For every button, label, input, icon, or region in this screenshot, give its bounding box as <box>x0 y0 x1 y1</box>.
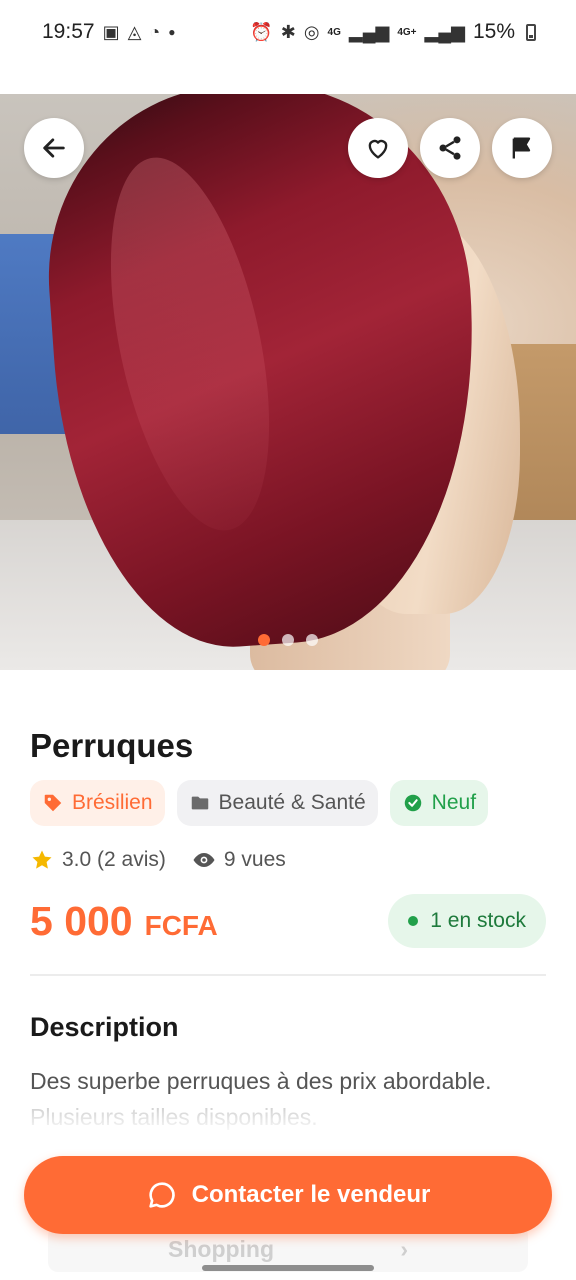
share-button[interactable] <box>420 118 480 178</box>
flag-icon <box>512 137 531 159</box>
status-bar: 19:57 ▣ ◬ ◔ ● ⏰ ✱ ◎ 4G ▂▄▆ 4G+ ▂▄▆ 15% <box>0 0 576 64</box>
status-time: 19:57 <box>42 20 95 43</box>
product-details: Perruques Brésilien Beauté & Santé Neuf … <box>0 670 576 1135</box>
status-left: 19:57 ▣ ◬ ◔ ● <box>42 20 176 44</box>
carousel-dot[interactable] <box>282 634 294 646</box>
tag-icon <box>44 794 62 812</box>
whatsapp-icon: ◔ <box>149 22 161 42</box>
check-circle-icon <box>404 794 421 812</box>
tag-label: Beauté & Santé <box>218 791 366 814</box>
tag-label: Neuf <box>431 791 477 814</box>
shopping-label: Shopping <box>168 1235 275 1262</box>
stock-dot-icon <box>408 916 419 926</box>
share-icon <box>439 136 461 160</box>
drive-icon: ◬ <box>127 22 142 42</box>
description-title: Description <box>30 1012 179 1042</box>
tag-label: Brésilien <box>72 791 153 814</box>
network-label-2: 4G+ <box>397 26 417 38</box>
chevron-right-icon: › <box>400 1235 408 1262</box>
carousel-dot[interactable] <box>306 634 318 646</box>
back-button[interactable] <box>24 118 84 178</box>
battery-icon <box>526 23 536 41</box>
product-tags: Brésilien Beauté & Santé Neuf <box>30 780 546 826</box>
eye-icon <box>193 853 215 867</box>
description-text-faded: Plusieurs tailles disponibles. <box>30 1104 318 1130</box>
status-right: ⏰ ✱ ◎ 4G ▂▄▆ 4G+ ▂▄▆ 15% <box>250 20 536 44</box>
views-text: 9 vues <box>223 848 286 871</box>
price-currency: FCFA <box>144 909 218 941</box>
tag-category[interactable]: Beauté & Santé <box>176 780 378 826</box>
signal-icon: ▂▄▆ <box>424 22 465 42</box>
network-label-1: 4G <box>327 26 341 38</box>
chat-bubble-icon <box>148 1182 175 1208</box>
bluetooth-icon: ✱ <box>280 22 296 42</box>
home-indicator[interactable] <box>202 1265 374 1271</box>
views: 9 vues <box>192 848 286 872</box>
hotspot-icon: ◎ <box>303 22 320 42</box>
tag-origin[interactable]: Brésilien <box>30 780 165 826</box>
dot-icon: ● <box>168 25 176 39</box>
alarm-icon: ⏰ <box>250 22 273 42</box>
battery-percent: 15% <box>472 20 515 43</box>
stock-text: 1 en stock <box>430 909 526 932</box>
arrow-left-icon <box>43 138 65 158</box>
price-amount: 5 000 <box>30 897 133 944</box>
image-icon: ▣ <box>102 22 120 42</box>
rating[interactable]: 3.0 (2 avis) <box>30 848 166 872</box>
divider <box>30 974 546 976</box>
tag-condition[interactable]: Neuf <box>389 780 489 826</box>
product-title: Perruques <box>30 727 194 764</box>
description-text: Des superbe perruques à des prix abordab… <box>30 1068 492 1094</box>
rating-text: 3.0 (2 avis) <box>62 848 166 871</box>
price-row: 5 000 FCFA 1 en stock <box>30 894 546 948</box>
favorite-button[interactable] <box>348 118 408 178</box>
carousel-dot[interactable] <box>258 634 270 646</box>
signal-icon: ▂▄▆ <box>348 22 390 42</box>
stock-badge: 1 en stock <box>388 894 546 948</box>
report-button[interactable] <box>492 118 552 178</box>
star-icon <box>32 850 52 869</box>
folder-icon <box>191 796 208 810</box>
contact-seller-button[interactable]: Contacter le vendeur <box>24 1156 552 1234</box>
carousel-dots <box>0 634 576 646</box>
contact-seller-label: Contacter le vendeur <box>191 1181 431 1208</box>
price: 5 000 FCFA <box>30 898 218 945</box>
product-meta: 3.0 (2 avis) 9 vues <box>30 848 546 872</box>
heart-icon <box>368 139 388 159</box>
product-image-carousel[interactable] <box>0 94 576 670</box>
